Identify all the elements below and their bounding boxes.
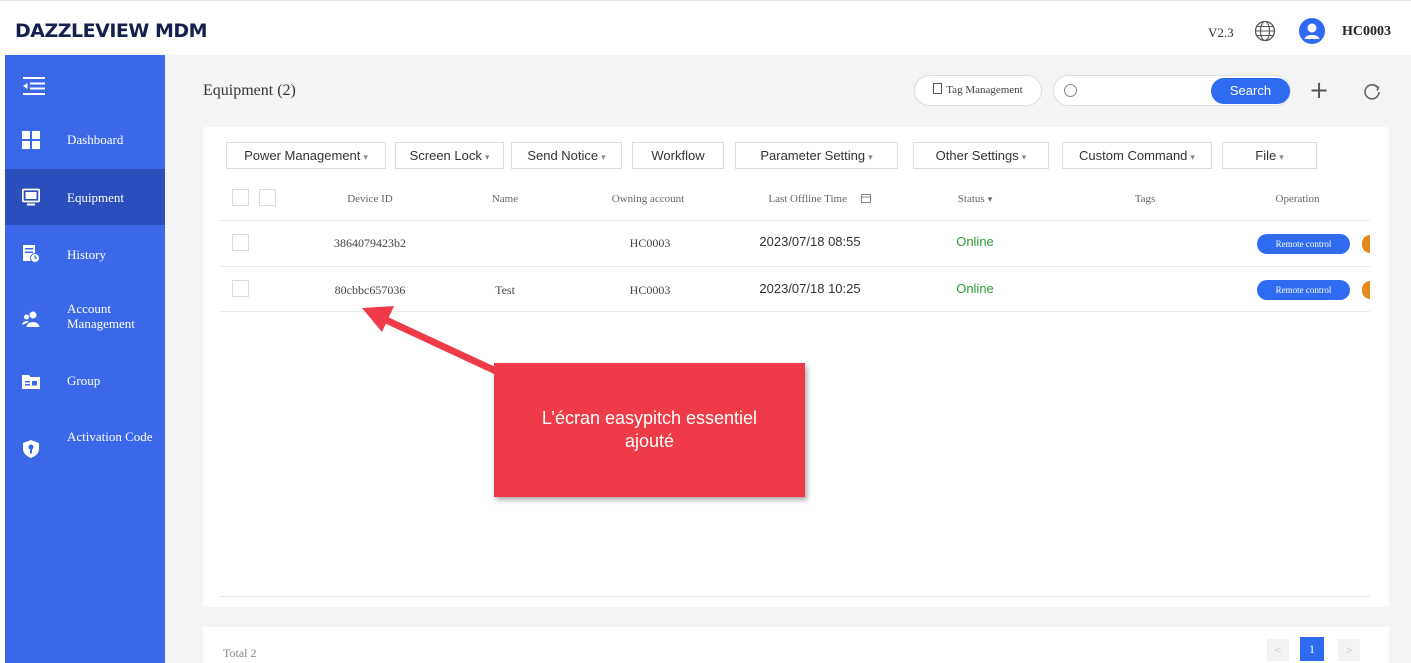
- sidebar-item-activation-code[interactable]: Activation Code: [5, 419, 165, 475]
- last-offline-cell: 2023/07/18 08:55: [759, 234, 861, 249]
- column-header-device-id: Device ID: [347, 193, 393, 205]
- chevron-down-icon: ▾: [601, 152, 606, 162]
- annotation-arrow-icon: [362, 306, 502, 376]
- sidebar-item-label: Account Management: [67, 301, 135, 331]
- chevron-down-icon: ▾: [363, 152, 368, 162]
- status-label: Status: [957, 193, 985, 205]
- last-offline-label: Last Offline Time: [768, 193, 847, 205]
- search-button[interactable]: Search: [1211, 78, 1290, 104]
- more-actions-button[interactable]: [1362, 235, 1370, 253]
- pagination-bar: [203, 627, 1389, 663]
- menu-collapse-icon[interactable]: [23, 77, 45, 95]
- version-label: V2.3: [1208, 25, 1234, 40]
- table-bottom-divider: [220, 596, 1370, 597]
- column-header-name: Name: [491, 193, 519, 205]
- next-page-button[interactable]: >: [1338, 639, 1360, 661]
- sidebar-item-label: Dashboard: [67, 132, 124, 147]
- parameter-setting-label: Parameter Setting: [760, 148, 866, 163]
- file-dropdown[interactable]: File ▾: [1222, 142, 1317, 169]
- dashboard-icon: [22, 131, 40, 149]
- column-header-status[interactable]: Status ▾: [935, 193, 1015, 205]
- sidebar-item-account-management[interactable]: Account Management: [5, 291, 165, 347]
- sidebar-item-label: Activation Code: [67, 429, 153, 444]
- device-id-cell: 3864079423b2: [334, 236, 406, 250]
- user-icon: [1304, 23, 1320, 39]
- file-label: File: [1255, 148, 1277, 163]
- column-header-operation: Operation: [1275, 193, 1320, 205]
- screen-lock-dropdown[interactable]: Screen Lock ▾: [395, 142, 504, 169]
- row-checkbox[interactable]: [232, 234, 249, 251]
- previous-page-button[interactable]: <: [1267, 639, 1289, 661]
- custom-command-label: Custom Command: [1079, 148, 1188, 163]
- row-divider: [220, 266, 1370, 267]
- globe-icon[interactable]: [1254, 20, 1276, 42]
- tag-management-label: Tag Management: [946, 84, 1023, 96]
- header-divider: [220, 220, 1370, 221]
- other-settings-dropdown[interactable]: Other Settings ▾: [913, 142, 1049, 169]
- last-offline-cell: 2023/07/18 10:25: [759, 281, 861, 296]
- chevron-down-icon: ▾: [1279, 152, 1284, 162]
- username[interactable]: HC0003: [1342, 24, 1391, 40]
- more-actions-button[interactable]: [1362, 281, 1370, 299]
- status-cell: Online: [956, 234, 994, 249]
- column-header-owning-account: Owning account: [611, 193, 685, 205]
- status-cell: Online: [956, 281, 994, 296]
- sidebar-item-label: History: [67, 247, 106, 262]
- select-all-checkbox[interactable]: [232, 189, 249, 206]
- chevron-down-icon: ▾: [484, 152, 490, 162]
- monitor-icon: [22, 188, 40, 206]
- workflow-button[interactable]: Workflow: [632, 142, 724, 169]
- annotation-line-2: ajouté: [624, 431, 675, 451]
- annotation-line-1: L’écran easypitch essentiel: [541, 408, 758, 428]
- custom-command-dropdown[interactable]: Custom Command ▾: [1062, 142, 1212, 169]
- sidebar-item-dashboard[interactable]: Dashboard: [5, 112, 165, 168]
- owning-account-cell: HC0003: [629, 283, 671, 297]
- chevron-down-icon: ▾: [868, 152, 873, 162]
- sidebar: Dashboard Equipment History Account Mana…: [5, 55, 165, 663]
- sidebar-item-label: Group: [67, 373, 101, 388]
- page-title: Equipment (2): [203, 82, 296, 99]
- sidebar-item-history[interactable]: History: [5, 225, 165, 281]
- send-notice-dropdown[interactable]: Send Notice ▾: [511, 142, 622, 169]
- users-icon: [22, 311, 40, 327]
- other-settings-label: Other Settings: [935, 148, 1019, 163]
- search-icon: [1064, 84, 1077, 97]
- column-header-tags: Tags: [1134, 193, 1156, 205]
- add-icon[interactable]: +: [1305, 77, 1333, 105]
- chevron-down-icon: ▾: [987, 194, 993, 204]
- parameter-setting-dropdown[interactable]: Parameter Setting ▾: [735, 142, 898, 169]
- screen-lock-label: Screen Lock: [409, 148, 482, 163]
- page-1-button[interactable]: 1: [1300, 637, 1324, 661]
- total-count: Total 2: [223, 646, 257, 660]
- power-management-dropdown[interactable]: Power Management ▾: [226, 142, 386, 169]
- calendar-icon[interactable]: [861, 193, 871, 203]
- search-input[interactable]: [1084, 80, 1204, 102]
- owning-account-cell: HC0003: [629, 236, 671, 250]
- tag-management-button[interactable]: Tag Management: [914, 75, 1042, 106]
- chevron-down-icon: ▾: [1190, 152, 1195, 162]
- send-notice-label: Send Notice: [527, 148, 599, 163]
- annotation-callout: L’écran easypitch essentiel ajouté: [494, 363, 805, 497]
- column-toggle-checkbox[interactable]: [259, 189, 276, 206]
- column-header-last-offline-time[interactable]: Last Offline Time: [743, 193, 861, 205]
- remote-control-button[interactable]: Remote control: [1257, 234, 1350, 254]
- user-avatar[interactable]: [1299, 18, 1325, 44]
- sidebar-item-label: Equipment: [67, 190, 125, 205]
- sidebar-item-group[interactable]: Group: [5, 353, 165, 409]
- folder-icon: [22, 375, 40, 389]
- top-bar: DAZZLEVIEW MDM V2.3 HC0003: [0, 0, 1411, 55]
- row-checkbox[interactable]: [232, 280, 249, 297]
- workflow-label: Workflow: [651, 148, 705, 163]
- remote-control-button[interactable]: Remote control: [1257, 280, 1350, 300]
- sidebar-item-equipment[interactable]: Equipment: [5, 169, 165, 225]
- chevron-down-icon: ▾: [1021, 152, 1027, 162]
- key-shield-icon: [23, 440, 39, 458]
- refresh-icon[interactable]: [1358, 78, 1386, 106]
- power-management-label: Power Management: [244, 148, 361, 163]
- app-logo: DAZZLEVIEW MDM: [15, 20, 208, 42]
- history-icon: [23, 245, 40, 263]
- bookmark-icon: [933, 83, 943, 94]
